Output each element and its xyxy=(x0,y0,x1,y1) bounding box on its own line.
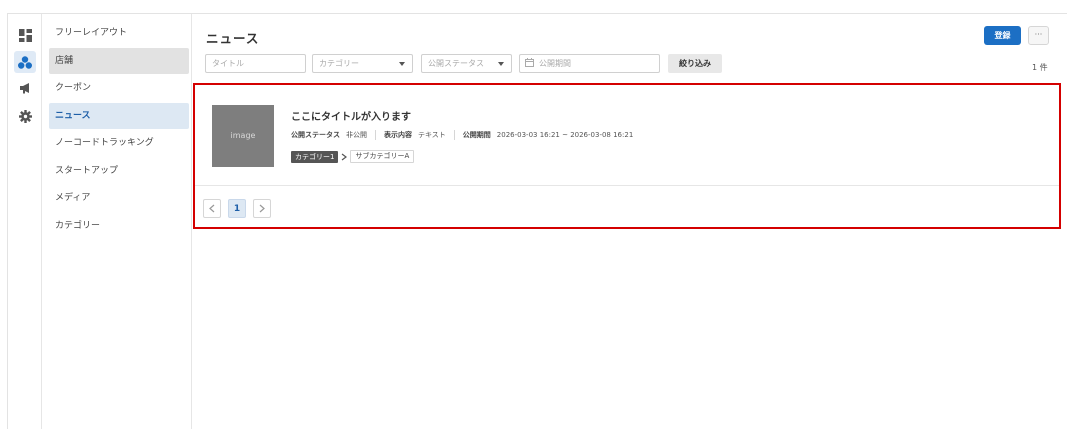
title-input[interactable]: タイトル xyxy=(205,54,306,73)
register-button[interactable]: 登録 xyxy=(984,26,1021,45)
pagination-page-1[interactable]: 1 xyxy=(228,199,246,218)
display-value: テキスト xyxy=(418,131,446,139)
subcategory-tag: サブカテゴリーA xyxy=(350,150,415,163)
status-value: 非公開 xyxy=(346,131,367,139)
sidebar: フリーレイアウト 店舗 クーポン ニュース ノーコードトラッキング スタートアッ… xyxy=(43,14,192,429)
caret-down-icon xyxy=(498,62,504,66)
sidebar-item-startup[interactable]: スタートアップ xyxy=(49,158,189,184)
more-options-button[interactable]: ··· xyxy=(1028,26,1049,45)
sidebar-item-media[interactable]: メディア xyxy=(49,185,189,211)
chevron-right-icon xyxy=(259,204,265,213)
category-tags: カテゴリー1 サブカテゴリーA xyxy=(291,150,415,163)
calendar-icon xyxy=(525,58,534,67)
sidebar-item-free-layout[interactable]: フリーレイアウト xyxy=(49,20,189,46)
pagination-prev-button[interactable] xyxy=(203,199,221,218)
period-key: 公開期間 xyxy=(462,131,491,139)
period-input[interactable]: 公開期間 xyxy=(519,54,660,73)
caret-down-icon xyxy=(399,62,405,66)
icon-rail xyxy=(8,14,42,429)
sidebar-item-news[interactable]: ニュース xyxy=(49,103,189,129)
divider xyxy=(453,130,455,140)
category-select-label: カテゴリー xyxy=(319,59,359,68)
chevron-right-icon xyxy=(338,153,350,161)
category-select[interactable]: カテゴリー xyxy=(312,54,413,73)
status-select-label: 公開ステータス xyxy=(428,59,484,68)
divider xyxy=(195,185,1059,186)
sidebar-item-category[interactable]: カテゴリー xyxy=(49,213,189,239)
news-thumbnail[interactable]: image xyxy=(212,105,274,167)
sidebar-item-store[interactable]: 店舗 xyxy=(49,48,189,74)
gear-icon[interactable] xyxy=(14,105,36,127)
chevron-left-icon xyxy=(209,204,215,213)
category-tag: カテゴリー1 xyxy=(291,150,339,163)
period-input-label: 公開期間 xyxy=(539,59,571,68)
divider xyxy=(375,130,376,140)
group-icon[interactable] xyxy=(14,51,36,73)
sidebar-item-nocode-tracking[interactable]: ノーコードトラッキング xyxy=(49,130,189,156)
sidebar-item-coupon[interactable]: クーポン xyxy=(49,75,189,101)
news-title[interactable]: ここにタイトルが入ります xyxy=(291,108,411,123)
period-value: 2026-03-03 16:21 ~ 2026-03-08 16:21 xyxy=(496,131,634,139)
filter-button[interactable]: 絞り込み xyxy=(668,54,722,73)
page-title: ニュース xyxy=(206,31,260,46)
pagination-next-button[interactable] xyxy=(253,199,271,218)
status-key: 公開ステータス xyxy=(291,131,340,139)
news-meta: 公開ステータス 非公開 表示内容 テキスト 公開期間 2026-03-03 16… xyxy=(291,130,641,140)
display-key: 表示内容 xyxy=(384,131,412,139)
result-count: 1 件 xyxy=(1032,63,1048,72)
dashboard-icon[interactable] xyxy=(14,24,36,46)
megaphone-icon[interactable] xyxy=(14,77,36,99)
status-select[interactable]: 公開ステータス xyxy=(421,54,512,73)
